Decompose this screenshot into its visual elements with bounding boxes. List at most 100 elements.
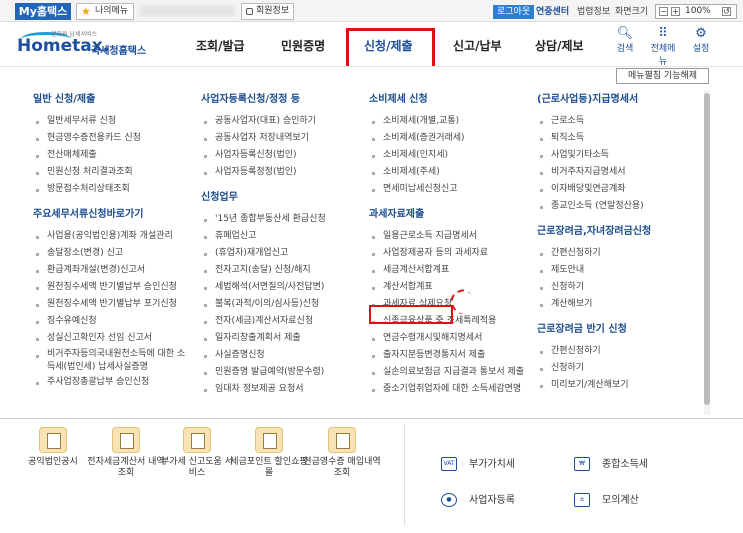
- zoom-reset-button[interactable]: ↺: [722, 7, 731, 16]
- person-icon: ●: [441, 493, 457, 507]
- user-info-button[interactable]: 회원정보: [241, 3, 295, 20]
- my-menu-label: 나의메뉴: [95, 6, 129, 16]
- menu-item[interactable]: 근로소득: [537, 113, 651, 130]
- nav-inquiry-issuance[interactable]: 조회/발급: [196, 37, 245, 54]
- settings-button[interactable]: ⚙ 설정: [686, 26, 716, 54]
- menu-item[interactable]: 소비제세(개별,교통): [369, 113, 524, 130]
- right-quick-business-reg[interactable]: ● 사업자등록: [441, 492, 515, 510]
- zoom-in-button[interactable]: +: [671, 7, 680, 16]
- all-menu-button[interactable]: ⠿ 전체메뉴: [648, 26, 678, 67]
- menu-item[interactable]: 간편신청하기: [537, 343, 651, 360]
- quick-tile-vat-help[interactable]: 부가세 신고도움 서비스: [157, 427, 237, 479]
- menu-item[interactable]: 성실신고확인자 선임 신고서: [33, 330, 193, 347]
- nav-civil-certificate[interactable]: 민원증명: [281, 37, 325, 54]
- menu-expand-release-button[interactable]: 메뉴펼침 기능해제: [616, 68, 709, 84]
- menu-item[interactable]: 실손의료보험금 지급결과 통보서 제출: [369, 364, 524, 381]
- right-quick-mock-calc[interactable]: ± 모의계산: [574, 492, 639, 510]
- right-quick-income-tax[interactable]: ₩ 종합소득세: [574, 456, 648, 474]
- logout-button[interactable]: 로그아웃: [493, 5, 535, 19]
- right-quick-label: 모의계산: [602, 495, 639, 506]
- quick-tile-e-invoice[interactable]: 전자세금계산서 내역조회: [86, 427, 166, 479]
- menu-item[interactable]: 주사업장총괄납부 승인신청: [33, 374, 193, 391]
- menu-item[interactable]: 세금계산서합계표: [369, 262, 524, 279]
- menu-item[interactable]: 비거주자등의국내원천소득에 대한 소득세(법인세) 납세사실증명: [33, 347, 193, 374]
- menu-item-highlighted[interactable]: 계산서합계표: [369, 279, 524, 296]
- nav-report-payment[interactable]: 신고/납부: [453, 37, 502, 54]
- menu-item[interactable]: 사업용(공익법인용)계좌 개설관리: [33, 228, 193, 245]
- menu-item[interactable]: 사업및기타소득: [537, 147, 651, 164]
- my-menu-button[interactable]: ★ 나의메뉴: [76, 3, 135, 20]
- user-info-label: 회원정보: [256, 6, 290, 16]
- my-hometax-button[interactable]: My홈택스: [15, 3, 71, 20]
- menu-item[interactable]: 송달장소(변경) 신고: [33, 245, 193, 262]
- menu-item[interactable]: 소비제세(인지세): [369, 147, 524, 164]
- menu-item[interactable]: 환급계좌개설(변경)신고서: [33, 262, 193, 279]
- search-button[interactable]: 🔍︎ 검색: [610, 26, 640, 54]
- menu-item[interactable]: 민원신청 처리결과조회: [33, 164, 193, 181]
- menu-item[interactable]: 사업자등록정정(법인): [201, 164, 326, 181]
- menu-item[interactable]: 간편신청하기: [537, 245, 651, 262]
- menu-item[interactable]: 징수유예신청: [33, 313, 193, 330]
- menu-item[interactable]: 방문접수처리상태조회: [33, 181, 193, 198]
- menu-item[interactable]: 이자배당및연금계좌: [537, 181, 651, 198]
- menu-item[interactable]: 원천징수세액 반기별납부 승인신청: [33, 279, 193, 296]
- menu-item[interactable]: 일자리창출계획서 제출: [201, 330, 326, 347]
- menu-item[interactable]: 세법해석(서면질의/사전답변): [201, 279, 326, 296]
- right-quick-vat[interactable]: VAT 부가가치세: [441, 456, 515, 474]
- nav-consult-report[interactable]: 상담/제보: [535, 37, 584, 54]
- screen-size-label: 화면크기: [615, 7, 649, 17]
- menu-item[interactable]: 휴폐업신고: [201, 228, 326, 245]
- menu-item[interactable]: 신청하기: [537, 360, 651, 377]
- menu-item[interactable]: 계산해보기: [537, 296, 651, 313]
- menu-item[interactable]: 사업자등록신청(법인): [201, 147, 326, 164]
- menu-column-3: 소비제세 신청 소비제세(개별,교통) 소비제세(증권거래세) 소비제세(인지세…: [369, 93, 524, 398]
- menu-item[interactable]: 연금수령개시및해지명세서: [369, 330, 524, 347]
- menu-item[interactable]: 전자(세금)계산서자료신청: [201, 313, 326, 330]
- menu-item[interactable]: 신청하기: [537, 279, 651, 296]
- divider: [404, 425, 405, 525]
- menu-item[interactable]: 불복(과적/이의/심사등)신청: [201, 296, 326, 313]
- menu-column-4: (근로사업등)지급명세서 근로소득 퇴직소득 사업및기타소득 비거주자지급명세서…: [537, 93, 651, 394]
- calculator-icon: ±: [574, 493, 590, 507]
- menu-item[interactable]: 비거주자지급명세서: [537, 164, 651, 181]
- menu-item[interactable]: 원천징수세액 반기별납부 포기신청: [33, 296, 193, 313]
- section-title: 주요세무서류신청바로가기: [33, 209, 144, 220]
- menu-item[interactable]: 전산매체제출: [33, 147, 193, 164]
- quick-tile-public-corp[interactable]: 공익법인공시: [13, 427, 93, 468]
- logo-org: 국세청홈택스: [91, 46, 147, 57]
- menu-item[interactable]: '15년 종합부동산세 환급신청: [201, 211, 326, 228]
- menu-item[interactable]: 소비제세(증권거래세): [369, 130, 524, 147]
- menu-item[interactable]: 현금영수증전용카드 신청: [33, 130, 193, 147]
- vat-icon: [183, 427, 211, 453]
- section-title: 과세자료제출: [369, 209, 425, 220]
- menu-item[interactable]: 미리보기/계산해보기: [537, 377, 651, 394]
- menu-item[interactable]: 퇴직소득: [537, 130, 651, 147]
- contact-center-link[interactable]: 연중센터: [536, 6, 569, 18]
- menu-item[interactable]: (휴업자)재개업신고: [201, 245, 326, 262]
- menu-item[interactable]: 일반세무서류 신청: [33, 113, 193, 130]
- quick-tile-cash-receipt[interactable]: 현금영수증 매입내역 조회: [302, 427, 382, 479]
- law-info-link[interactable]: 법령정보: [577, 6, 610, 18]
- hometax-logo[interactable]: 전자원 납세서비스 Hometax. 국세청홈택스: [15, 28, 150, 62]
- menu-item[interactable]: 면세미납세신청신고: [369, 181, 524, 198]
- menu-item[interactable]: 사업장제공자 등의 과세자료: [369, 245, 524, 262]
- menu-item[interactable]: 공동사업자 저장내역보기: [201, 130, 326, 147]
- quick-tile-tax-point[interactable]: 세금포인트 할인쇼핑몰: [229, 427, 309, 479]
- menu-item[interactable]: 소비제세(주세): [369, 164, 524, 181]
- menu-item[interactable]: 사실증명신청: [201, 347, 326, 364]
- menu-item[interactable]: 공동사업자(대표) 승인하기: [201, 113, 326, 130]
- quick-tile-label: 전자세금계산서 내역조회: [87, 457, 165, 478]
- menu-item[interactable]: 출자지분등변경통지서 제출: [369, 347, 524, 364]
- scrollbar-thumb[interactable]: [704, 93, 710, 405]
- menu-item[interactable]: 민원증명 발급예약(방문수령): [201, 364, 326, 381]
- menu-item[interactable]: 제도안내: [537, 262, 651, 279]
- menu-item[interactable]: 임대차 정보제공 요청서: [201, 381, 326, 398]
- zoom-control: − + 100% ↺: [655, 4, 737, 19]
- zoom-out-button[interactable]: −: [659, 7, 668, 16]
- menu-item[interactable]: 중소기업취업자에 대한 소득세감면명: [369, 381, 524, 398]
- menu-item[interactable]: 일용근로소득 지급명세서: [369, 228, 524, 245]
- menu-item[interactable]: 전자고지(송달) 신청/해지: [201, 262, 326, 279]
- quick-tile-label: 부가세 신고도움 서비스: [161, 457, 233, 478]
- section-title: 소비제세 신청: [369, 94, 428, 105]
- menu-item[interactable]: 종교인소득 (연말정산용): [537, 198, 651, 215]
